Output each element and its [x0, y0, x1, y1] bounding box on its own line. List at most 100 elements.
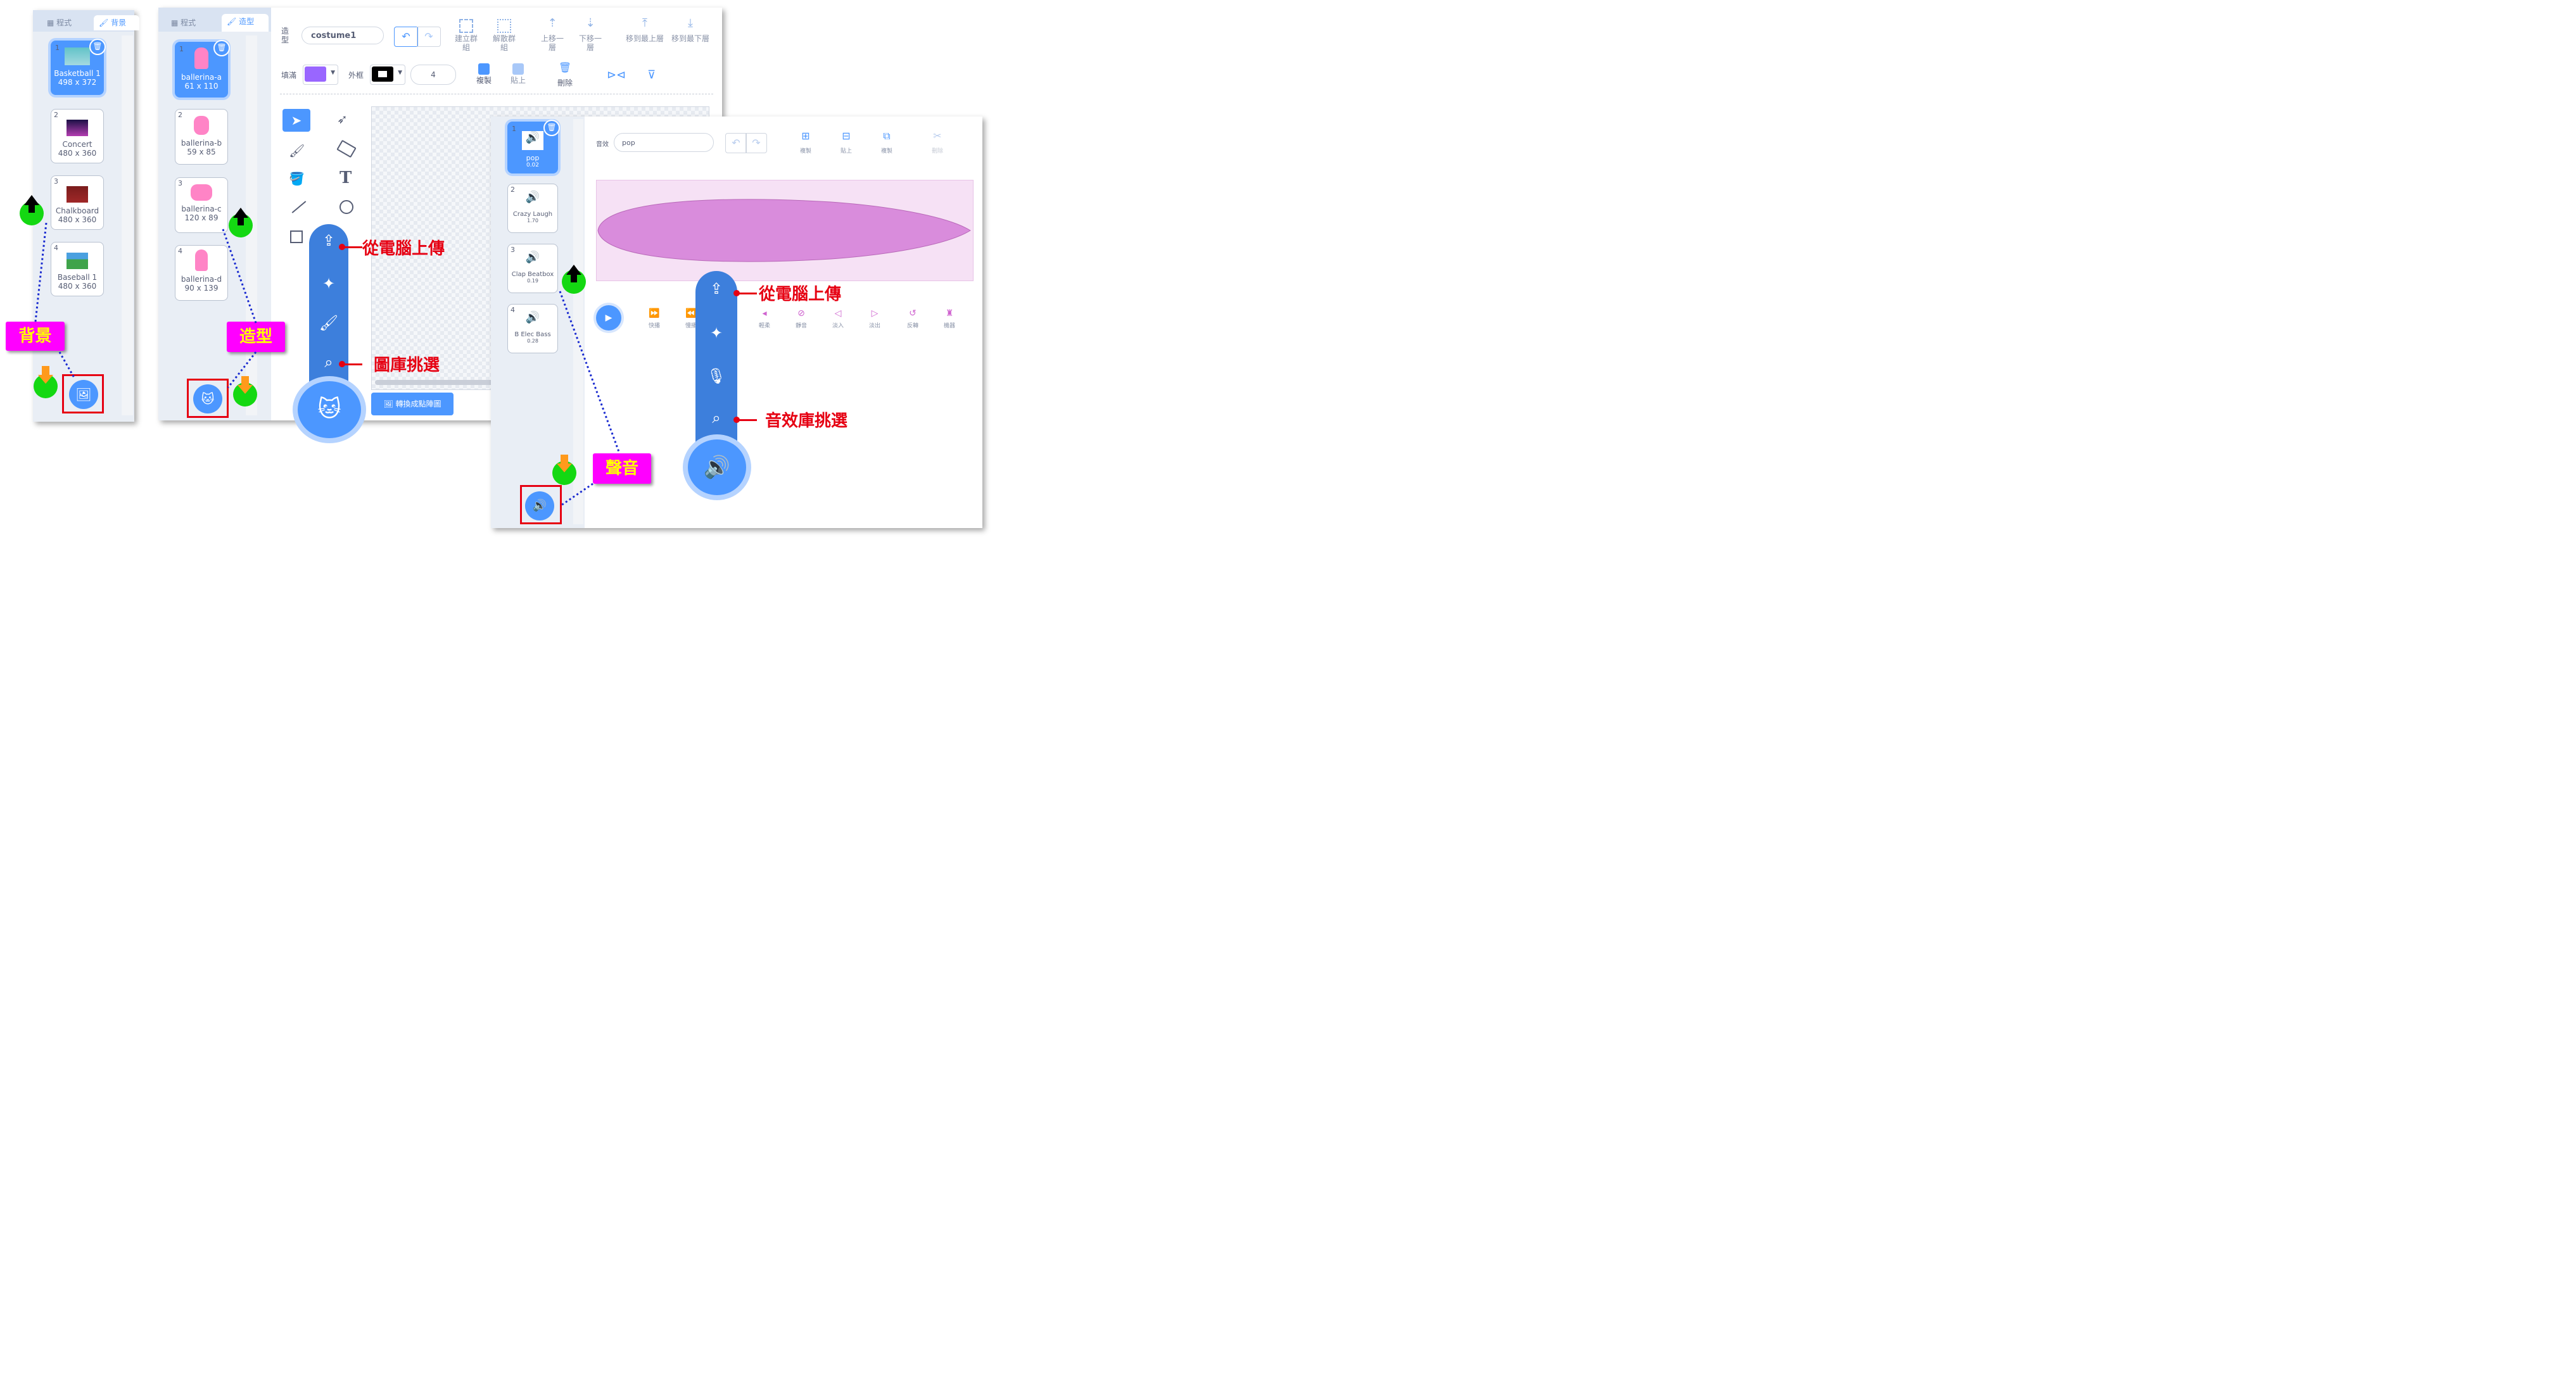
group-button[interactable]: 建立群組	[452, 19, 480, 52]
brush-tool[interactable]: 🖌	[289, 143, 305, 158]
costume-menu-main-button[interactable]: 🐱	[298, 381, 361, 438]
outline-color-picker[interactable]: ▼	[370, 65, 405, 85]
callout-library: 圖庫挑選	[374, 356, 440, 375]
choose-sound-button[interactable]: 🔊	[525, 491, 554, 520]
list-item[interactable]: 3 🔊 Clap Beatbox 0.19	[507, 244, 558, 293]
paste-button[interactable]: ⊟ 貼上	[834, 130, 858, 156]
convert-bitmap-button[interactable]: 🖼 轉換成點陣圖	[371, 393, 454, 415]
list-item[interactable]: 1 ballerina-a 61 x 110 🗑	[175, 40, 230, 98]
effect-faster[interactable]: ⏩ 快播	[642, 309, 667, 331]
fill-color-picker[interactable]: ▼	[303, 65, 338, 85]
effect-robot[interactable]: ♜ 機器	[937, 309, 962, 331]
effect-fade-in[interactable]: ◁ 淡入	[825, 309, 851, 331]
flip-horizontal-icon[interactable]: ⊳⊲	[607, 68, 626, 82]
sound-name-label: 音效	[596, 141, 609, 148]
trash-icon[interactable]: 🗑	[543, 120, 560, 136]
horizontal-scrollbar[interactable]	[375, 380, 502, 385]
list-item[interactable]: 2 Concert 480 x 360	[51, 109, 104, 163]
tab-code[interactable]: ▦ 程式	[47, 15, 72, 30]
effect-mute[interactable]: ⊘ 靜音	[789, 309, 814, 331]
tab-code[interactable]: ▦ 程式	[171, 15, 196, 30]
copy-new-button[interactable]: ⧉ 複製	[875, 130, 899, 156]
fill-swatch	[305, 66, 326, 82]
copy-button[interactable]: 複製	[471, 63, 497, 85]
scrollbar[interactable]	[573, 119, 583, 524]
sound-name-input[interactable]: pop	[614, 133, 714, 152]
list-item[interactable]: 2 ballerina-b 59 x 85	[175, 109, 228, 165]
choose-backdrop-button[interactable]: 🖼	[69, 380, 98, 409]
list-item[interactable]: 3 Chalkboard 480 x 360	[51, 175, 104, 230]
scissors-icon: ✂	[933, 130, 942, 142]
sound-add-menu: ⇪ ✦ 🎙 ⌕	[695, 271, 737, 455]
down-arrow-icon	[38, 375, 53, 384]
copy-button[interactable]: ⊞ 複製	[794, 131, 818, 156]
undo-button[interactable]: ↶	[725, 133, 747, 153]
thumbnail-image	[67, 253, 88, 269]
callout-line	[343, 246, 362, 248]
group-icon	[459, 19, 473, 33]
list-item[interactable]: 4 Baseball 1 480 x 360	[51, 242, 104, 296]
effect-reverse[interactable]: ↺ 反轉	[900, 309, 925, 331]
delete-button[interactable]: ✂ 刪除	[925, 130, 949, 156]
ballerina-image	[195, 249, 208, 271]
list-item[interactable]: 1 Basketball 1 498 x 372 🗑	[51, 39, 106, 95]
back-button[interactable]: ⤓ 移到最下層	[671, 18, 709, 44]
front-icon: ⤒	[642, 16, 647, 30]
faster-icon: ⏩	[649, 308, 660, 318]
undo-button[interactable]: ↶	[394, 27, 418, 47]
paint-icon[interactable]: 🖌	[309, 314, 348, 332]
line-tool[interactable]	[291, 201, 307, 213]
thumbnail-image	[67, 186, 88, 203]
delete-button[interactable]: 🗑 刪除	[552, 61, 578, 88]
surprise-icon[interactable]: ✦	[695, 324, 737, 342]
choose-costume-button[interactable]: 🐱	[193, 384, 222, 413]
waveform-area[interactable]	[596, 180, 974, 281]
trash-icon[interactable]: 🗑	[89, 39, 106, 55]
fill-tool[interactable]: 🪣	[289, 171, 305, 186]
sound-menu-main-button[interactable]: 🔊	[688, 439, 746, 495]
forward-button[interactable]: ⇡ 上移一層	[538, 18, 566, 53]
effect-softer[interactable]: ◂ 輕柔	[752, 309, 777, 331]
search-icon[interactable]: ⌕	[695, 409, 737, 427]
dropdown-icon: ▼	[398, 70, 402, 76]
select-tool[interactable]: ➤	[282, 109, 310, 132]
list-item[interactable]: 3 ballerina-c 120 x 89	[175, 177, 228, 233]
list-item[interactable]: 4 ballerina-d 90 x 139	[175, 245, 228, 301]
paste-icon	[512, 63, 524, 75]
redo-button[interactable]: ↷	[746, 133, 767, 153]
tab-backdrops[interactable]: 🖌 背景	[94, 15, 139, 30]
redo-button[interactable]: ↷	[417, 27, 441, 47]
rectangle-tool[interactable]	[290, 230, 303, 243]
ungroup-icon	[497, 19, 511, 33]
eraser-tool[interactable]	[336, 139, 357, 158]
upload-icon[interactable]: ⇪	[695, 280, 737, 298]
tab-costumes[interactable]: 🖌 造型	[222, 14, 269, 32]
surprise-icon[interactable]: ✦	[309, 275, 348, 293]
list-item[interactable]: 2 🔊 Crazy Laugh 1.70	[507, 184, 558, 233]
backward-button[interactable]: ⇣ 下移一層	[576, 18, 604, 53]
trash-icon[interactable]: 🗑	[213, 40, 230, 56]
front-button[interactable]: ⤒ 移到最上層	[626, 16, 664, 44]
list-item[interactable]: 1 🔊 pop 0.02 🗑	[507, 120, 560, 173]
effect-fade-out[interactable]: ▷ 淡出	[862, 309, 887, 331]
flip-vertical-icon[interactable]: ⊽	[647, 68, 656, 82]
down-arrow-icon	[557, 463, 572, 472]
fade-out-icon: ▷	[871, 308, 879, 318]
brush-icon: 🖌	[227, 17, 239, 26]
circle-tool[interactable]	[339, 200, 353, 214]
paste-button[interactable]: 貼上	[505, 63, 531, 85]
copy-new-icon: ⧉	[883, 130, 891, 142]
outline-label: 外框	[348, 71, 364, 80]
reshape-tool[interactable]: ➶	[337, 111, 348, 127]
scrollbar[interactable]	[122, 35, 133, 415]
paste-icon: ⊟	[842, 130, 851, 142]
text-tool[interactable]: T	[339, 168, 352, 187]
ungroup-button[interactable]: 解散群組	[490, 19, 518, 52]
trash-icon: 🗑	[558, 61, 572, 73]
outline-width-input[interactable]: 4	[410, 65, 456, 85]
list-item[interactable]: 4 🔊 B Elec Bass 0.28	[507, 304, 558, 353]
play-button[interactable]: ▶	[596, 305, 621, 331]
microphone-icon[interactable]: 🎙	[695, 367, 737, 385]
costume-name-input[interactable]: costume1	[301, 27, 384, 44]
copy-icon	[478, 63, 490, 75]
